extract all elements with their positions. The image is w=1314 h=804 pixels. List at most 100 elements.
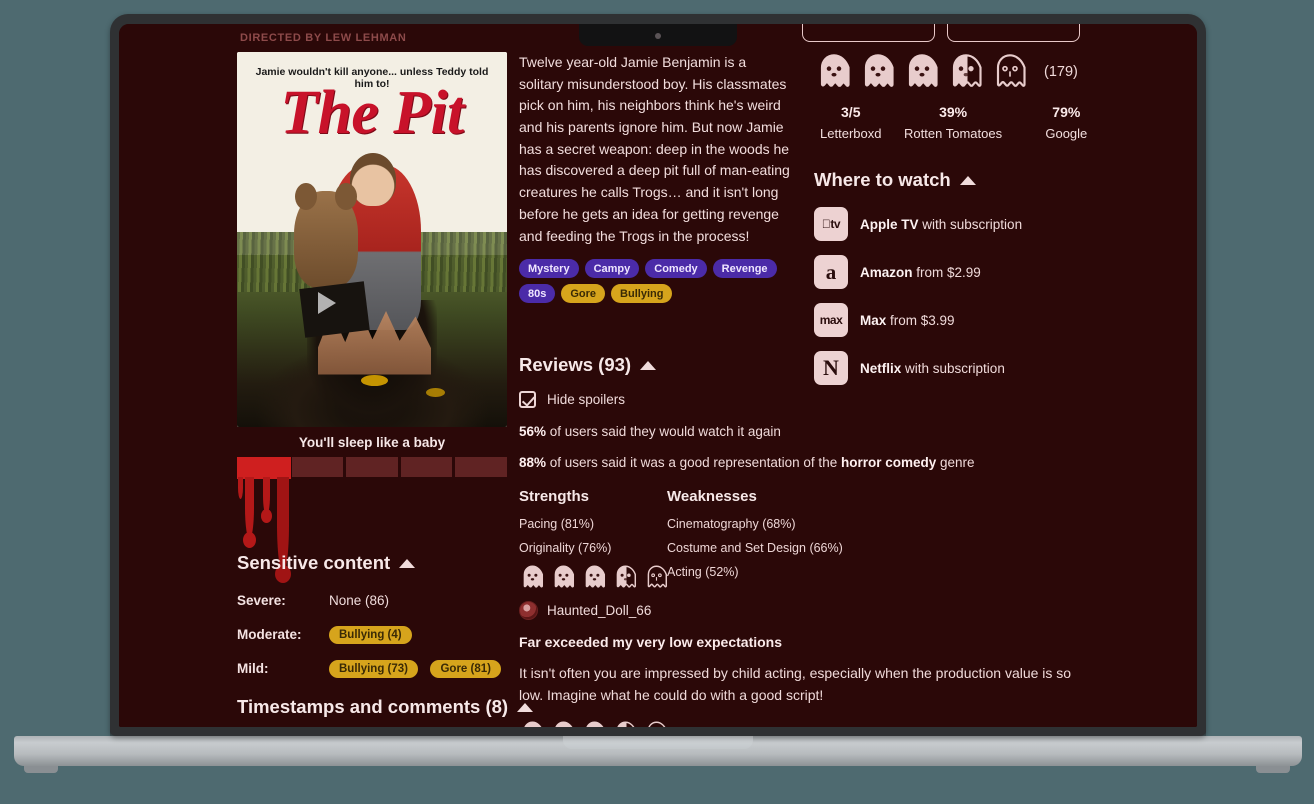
weakness-item: Cinematography (68%) bbox=[667, 517, 796, 531]
avatar bbox=[519, 601, 538, 620]
laptop-base-lip bbox=[563, 736, 753, 749]
provider-terms: from $3.99 bbox=[890, 312, 955, 328]
rating-letterboxd: 3/5 Letterboxd bbox=[814, 104, 888, 141]
top-action-buttons bbox=[802, 24, 1080, 42]
review-author[interactable]: Haunted_Doll_66 bbox=[519, 601, 1119, 620]
ghost-rating-icon bbox=[820, 54, 850, 87]
genre-tag[interactable]: 80s bbox=[519, 284, 556, 304]
genre-tag[interactable]: Revenge bbox=[712, 259, 777, 279]
genre-tag[interactable]: Mystery bbox=[519, 259, 579, 279]
warning-tag[interactable]: Bullying bbox=[611, 284, 673, 304]
top-button-2[interactable] bbox=[947, 24, 1080, 42]
provider-name: Apple TV bbox=[860, 216, 919, 232]
hide-spoilers-checkbox[interactable] bbox=[519, 391, 536, 408]
provider-terms: with subscription bbox=[905, 360, 1005, 376]
stat-genre-end: genre bbox=[936, 455, 975, 470]
movie-tagline: You'll sleep like a baby bbox=[298, 435, 446, 450]
collapse-caret-icon[interactable] bbox=[959, 175, 976, 185]
reviews-title: Reviews (93) bbox=[519, 354, 632, 375]
provider-amazon[interactable]: a Amazon from $2.99 bbox=[814, 255, 1114, 289]
collapse-caret-icon[interactable] bbox=[399, 558, 416, 568]
sensitive-row-severe: Severe: None (86) bbox=[237, 590, 537, 610]
sensitive-row-mild: Mild: Bullying (73) Gore (81) bbox=[237, 658, 537, 678]
weaknesses-header: Weaknesses bbox=[667, 488, 757, 505]
timestamps-header[interactable]: Timestamps and comments (8) bbox=[237, 696, 534, 718]
netflix-icon: N bbox=[814, 351, 848, 385]
warning-tag[interactable]: Gore bbox=[561, 284, 606, 304]
stat-genre-representation: 88% of users said it was a good represen… bbox=[519, 455, 1099, 470]
provider-apple-tv[interactable]: tv Apple TV with subscription bbox=[814, 207, 1114, 241]
review-username: Haunted_Doll_66 bbox=[547, 603, 652, 618]
max-icon: max bbox=[814, 303, 848, 337]
sensitive-level-label: Severe: bbox=[237, 592, 286, 608]
sensitive-pill[interactable]: Bullying (73) bbox=[329, 659, 419, 678]
ghost-rating-icon bbox=[647, 565, 668, 588]
blood-drip bbox=[238, 477, 243, 499]
external-ratings: 3/5 Letterboxd 39% Rotten Tomatoes 79% G… bbox=[814, 104, 1114, 141]
top-button-1[interactable] bbox=[802, 24, 935, 42]
provider-max[interactable]: max Max from $3.99 bbox=[814, 303, 1114, 337]
movie-detail-app: DIRECTED BY LEW LEHMAN Jamie wouldn't ki… bbox=[119, 24, 1197, 727]
laptop-lid: DIRECTED BY LEW LEHMAN Jamie wouldn't ki… bbox=[110, 14, 1206, 736]
middle-column: Twelve year-old Jamie Benjamin is a soli… bbox=[519, 52, 794, 304]
where-to-watch-title: Where to watch bbox=[814, 169, 951, 190]
blood-drip bbox=[261, 477, 272, 523]
review-ghost-rating bbox=[519, 564, 1119, 591]
sensitive-value: None (86) bbox=[329, 592, 390, 608]
ghost-rating-icon bbox=[952, 54, 982, 87]
sensitive-pill-group: Bullying (73) Gore (81) bbox=[329, 659, 509, 678]
movie-poster[interactable]: Jamie wouldn't kill anyone... unless Ted… bbox=[237, 52, 507, 427]
poster-eyes-2 bbox=[426, 388, 445, 397]
stat-watch-again-pct: 56% bbox=[519, 424, 547, 439]
sensitive-pill[interactable]: Gore (81) bbox=[430, 659, 501, 678]
genre-tag[interactable]: Campy bbox=[584, 259, 640, 279]
provider-terms: from $2.99 bbox=[916, 264, 981, 280]
rating-source-name: Letterboxd bbox=[820, 126, 882, 141]
review-title: Far exceeded my very low expectations bbox=[519, 634, 783, 650]
sensitive-content-header[interactable]: Sensitive content bbox=[237, 552, 537, 574]
sensitive-pill-group: Bullying (4) bbox=[329, 625, 420, 644]
rating-source-name: Rotten Tomatoes bbox=[904, 126, 1003, 141]
laptop-foot-left bbox=[24, 766, 58, 773]
directed-by-label: DIRECTED BY LEW LEHMAN bbox=[240, 32, 407, 44]
strength-item: Originality (76%) bbox=[519, 541, 612, 555]
provider-name: Netflix bbox=[860, 360, 902, 376]
laptop-base bbox=[14, 736, 1302, 766]
provider-netflix[interactable]: N Netflix with subscription bbox=[814, 351, 1114, 385]
genre-tag[interactable]: Comedy bbox=[645, 259, 707, 279]
screenshot-root: DIRECTED BY LEW LEHMAN Jamie wouldn't ki… bbox=[0, 0, 1314, 804]
featured-review: Haunted_Doll_66 Far exceeded my very low… bbox=[519, 564, 1119, 727]
poster-title: The Pit bbox=[280, 79, 464, 147]
strengths-header: Strengths bbox=[519, 488, 590, 505]
stat-genre-pct: 88% bbox=[519, 455, 547, 470]
weakness-item: Costume and Set Design (66%) bbox=[667, 541, 843, 555]
strength-item: Pacing (81%) bbox=[519, 517, 595, 531]
poster-boy-head bbox=[350, 153, 397, 206]
ghost-rating-icon bbox=[555, 721, 573, 727]
blood-bar-segment bbox=[346, 457, 398, 477]
provider-text: Netflix with subscription bbox=[860, 361, 1005, 376]
hide-spoilers-label: Hide spoilers bbox=[547, 392, 626, 407]
provider-list: tv Apple TV with subscription a Amazon bbox=[814, 207, 1114, 385]
collapse-caret-icon[interactable] bbox=[640, 360, 657, 370]
ghost-rating-icon bbox=[996, 54, 1026, 87]
sensitive-content-title: Sensitive content bbox=[237, 552, 391, 573]
laptop-screen: DIRECTED BY LEW LEHMAN Jamie wouldn't ki… bbox=[119, 24, 1197, 727]
stat-genre-mid: of users said it was a good representati… bbox=[546, 455, 841, 470]
screen-notch bbox=[579, 24, 737, 46]
blood-bar-segment bbox=[291, 457, 344, 477]
rating-rotten-tomatoes: 39% Rotten Tomatoes bbox=[888, 104, 1019, 141]
stat-watch-again-text: of users said they would watch it again bbox=[546, 424, 781, 439]
play-triangle-icon[interactable] bbox=[318, 292, 336, 314]
movie-synopsis: Twelve year-old Jamie Benjamin is a soli… bbox=[519, 54, 790, 244]
laptop-foot-right bbox=[1256, 766, 1290, 773]
sensitive-pill[interactable]: Bullying (4) bbox=[329, 625, 412, 644]
sensitive-level-label: Moderate: bbox=[237, 626, 302, 642]
where-to-watch-header[interactable]: Where to watch bbox=[814, 169, 1114, 191]
where-to-watch-section: Where to watch tv Apple TV with subscri… bbox=[814, 169, 1114, 385]
timestamps-title: Timestamps and comments (8) bbox=[237, 696, 509, 717]
rating-count: (179) bbox=[1044, 64, 1078, 80]
stat-watch-again: 56% of users said they would watch it ag… bbox=[519, 424, 1099, 439]
movie-tag-list: Mystery Campy Comedy Revenge 80s Gore Bu… bbox=[519, 259, 781, 304]
ghost-rating-icon bbox=[524, 721, 542, 727]
